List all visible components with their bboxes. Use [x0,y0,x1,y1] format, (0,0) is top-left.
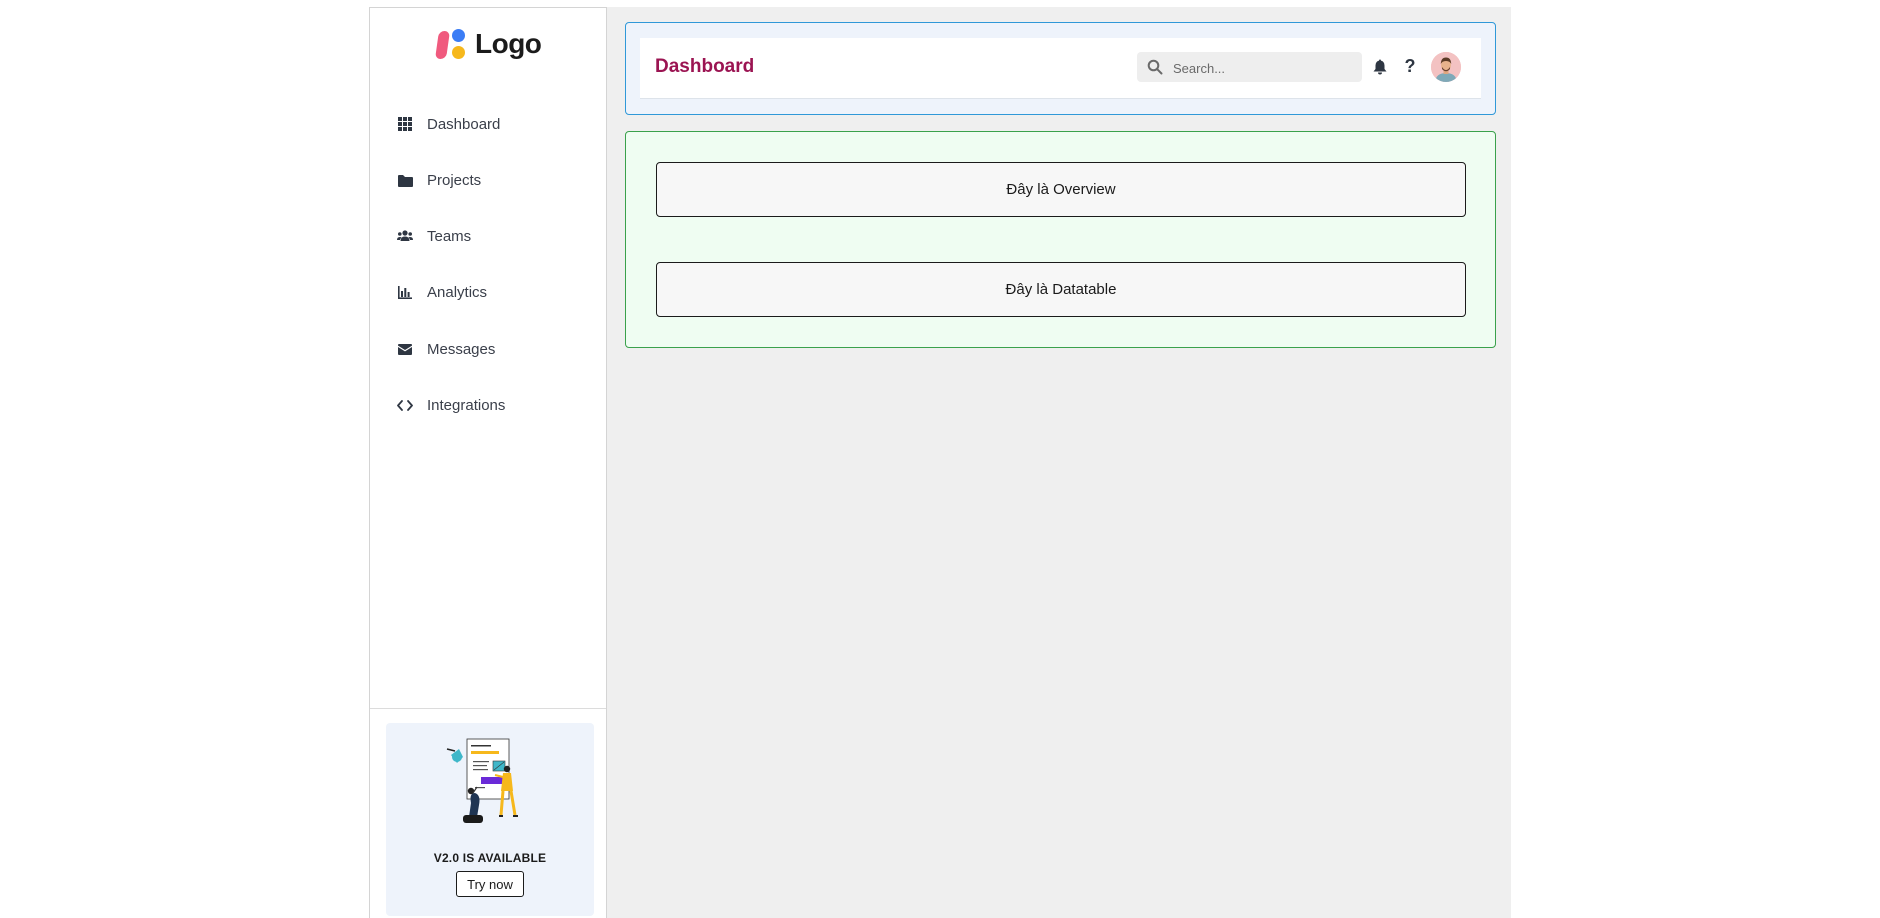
logo[interactable]: Logo [435,27,542,61]
logo-text: Logo [475,28,542,59]
datatable-card: Đây là Datatable [656,262,1466,317]
content-frame: Đây là Overview Đây là Datatable [625,131,1496,348]
sidebar-item-projects[interactable]: Projects [370,162,606,198]
overview-card: Đây là Overview [656,162,1466,217]
grid-icon [397,116,413,132]
users-icon [397,228,413,244]
try-now-button[interactable]: Try now [456,871,524,897]
logo-mark-icon [435,27,469,61]
top-header: Dashboard ? [640,38,1481,99]
sidebar-item-label: Messages [427,340,496,358]
bell-icon[interactable] [1371,58,1389,76]
promo-illustration [446,738,518,823]
search-box[interactable] [1137,52,1362,82]
sidebar-item-label: Teams [427,227,472,245]
upgrade-promo-card: V2.0 IS AVAILABLE Try now [386,723,594,916]
code-icon [397,397,413,413]
header-frame: Dashboard ? [625,22,1496,115]
search-input[interactable] [1171,57,1355,79]
envelope-icon [397,341,413,357]
sidebar: Logo Dashboard Projects Teams Analytics … [369,7,607,918]
bar-chart-icon [397,284,413,300]
search-icon [1147,59,1163,75]
app-root: Logo Dashboard Projects Teams Analytics … [369,7,1511,918]
avatar[interactable] [1431,52,1461,82]
sidebar-item-analytics[interactable]: Analytics [370,274,606,310]
sidebar-divider [370,708,606,709]
sidebar-item-label: Dashboard [427,115,501,133]
folder-icon [397,172,413,188]
sidebar-item-dashboard[interactable]: Dashboard [370,106,606,142]
sidebar-item-messages[interactable]: Messages [370,331,606,367]
sidebar-item-label: Analytics [427,283,488,301]
sidebar-item-label: Projects [427,171,482,189]
page-title: Dashboard [655,56,755,77]
question-icon[interactable]: ? [1401,56,1419,76]
sidebar-item-teams[interactable]: Teams [370,218,606,254]
sidebar-item-integrations[interactable]: Integrations [370,387,606,423]
sidebar-item-label: Integrations [427,396,506,414]
promo-title: V2.0 IS AVAILABLE [433,851,547,865]
